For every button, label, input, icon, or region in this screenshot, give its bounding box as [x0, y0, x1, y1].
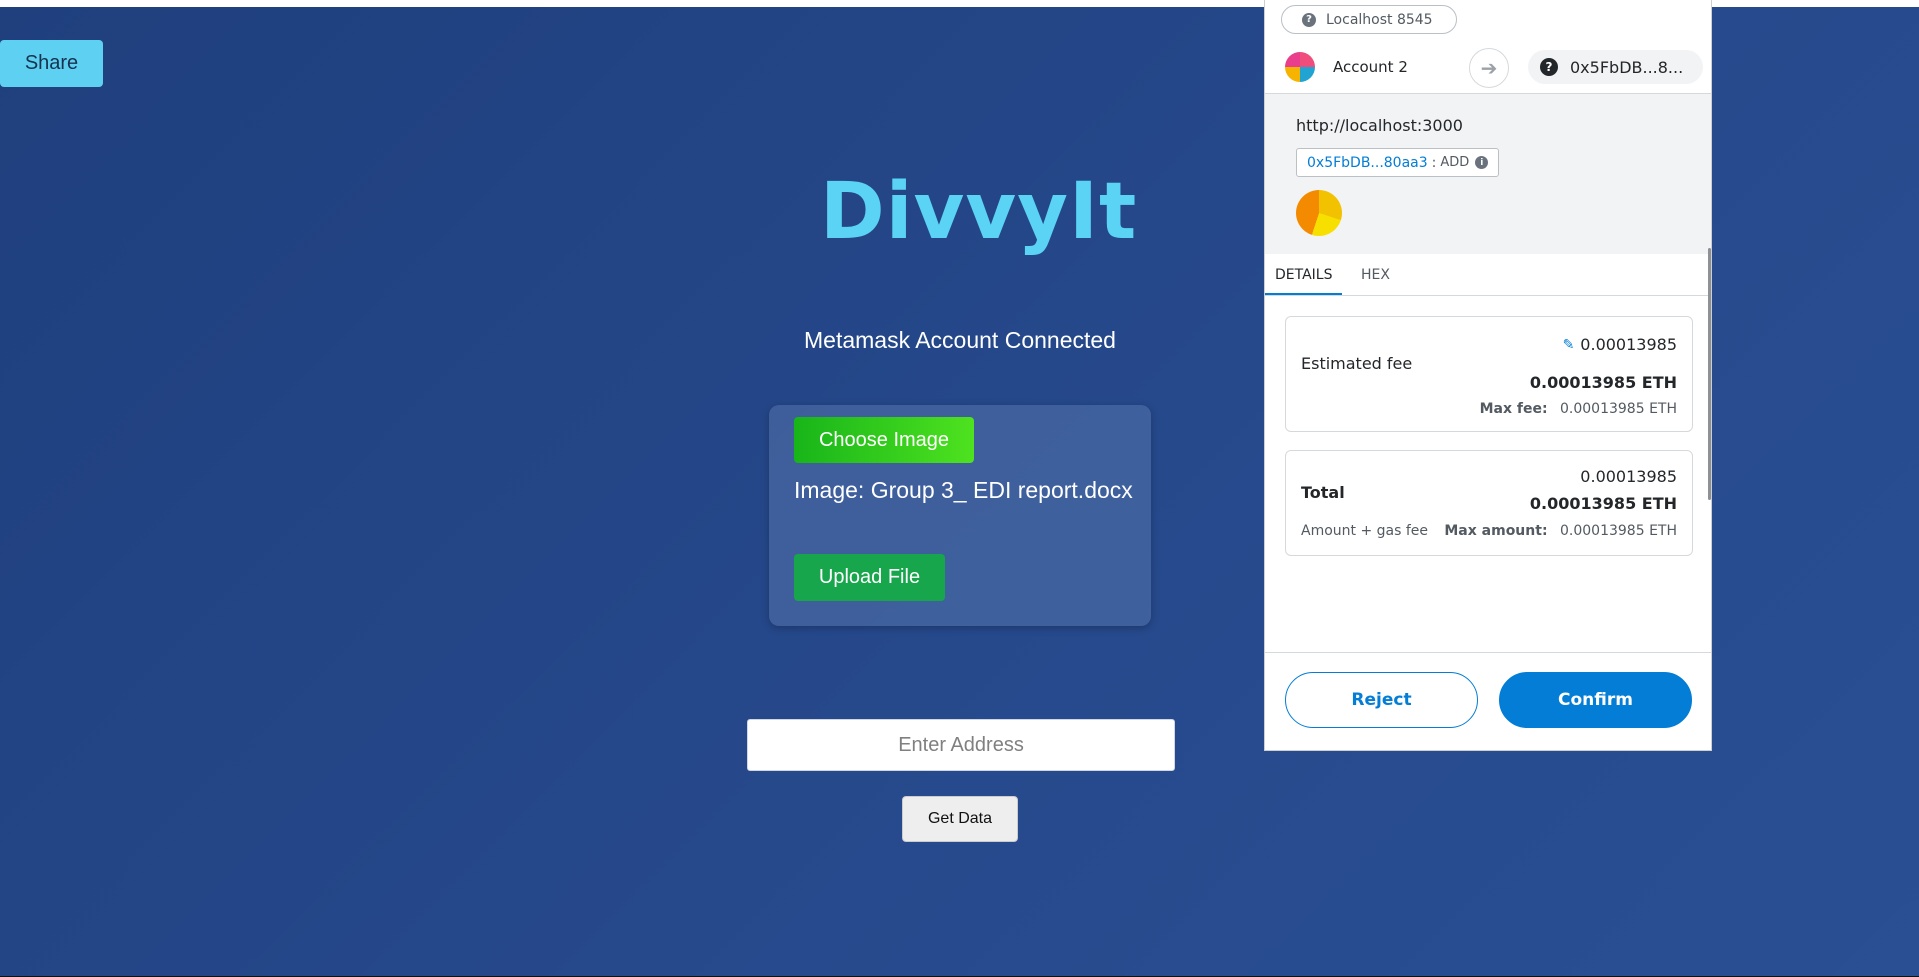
info-icon: i	[1475, 156, 1489, 169]
upload-file-button[interactable]: Upload File	[794, 554, 945, 601]
address-input[interactable]	[747, 719, 1175, 771]
total-value-eth: 0.00013985 ETH	[1529, 494, 1677, 513]
arrow-right-icon: ➔	[1469, 48, 1509, 88]
network-name: Localhost 8545	[1326, 11, 1433, 28]
recipient-pill[interactable]: ? 0x5FbDB...8...	[1528, 50, 1703, 84]
contract-avatar	[1296, 190, 1342, 236]
edit-pencil-icon[interactable]: ✎	[1563, 337, 1575, 353]
share-button[interactable]: Share	[0, 40, 103, 87]
method-name: ADD	[1440, 155, 1470, 170]
tab-bar: DETAILS HEX	[1265, 255, 1711, 296]
upload-card: Choose Image Image: Group 3_ EDI report.…	[769, 405, 1151, 626]
total-subtext: Amount + gas fee	[1301, 523, 1429, 539]
selected-file-label: Image: Group 3_ EDI report.docx	[794, 477, 1133, 503]
footer-divider	[1265, 652, 1711, 653]
connection-status: Metamask Account Connected	[804, 327, 1116, 353]
get-data-button[interactable]: Get Data	[902, 796, 1018, 842]
origin-url: http://localhost:3000	[1296, 116, 1463, 135]
tab-hex[interactable]: HEX	[1351, 255, 1400, 295]
total-box: Total 0.00013985 0.00013985 ETH Amount +…	[1285, 450, 1693, 556]
max-fee-row: Max fee: 0.00013985 ETH	[1480, 401, 1677, 417]
account-avatar	[1285, 52, 1315, 82]
contract-address: 0x5FbDB...80aa3	[1307, 154, 1428, 171]
max-amount-label: Max amount:	[1444, 523, 1548, 539]
metamask-popup: ? Localhost 8545 Account 2 ➔ ? 0x5FbDB..…	[1264, 0, 1712, 751]
method-separator: :	[1431, 154, 1437, 171]
scrollbar[interactable]	[1708, 248, 1711, 500]
max-amount-row: Max amount: 0.00013985 ETH	[1444, 523, 1677, 539]
network-indicator[interactable]: ? Localhost 8545	[1281, 5, 1457, 34]
estimated-fee-amount: 0.00013985	[1580, 335, 1677, 354]
sender-recipient-row: Account 2 ➔ ? 0x5FbDB...8...	[1265, 47, 1711, 94]
total-label: Total	[1301, 483, 1345, 502]
confirm-button[interactable]: Confirm	[1499, 672, 1692, 728]
max-fee-value: 0.00013985 ETH	[1560, 401, 1677, 417]
estimated-fee-eth: 0.00013985 ETH	[1529, 373, 1677, 392]
reject-button[interactable]: Reject	[1285, 672, 1478, 728]
choose-image-button[interactable]: Choose Image	[794, 417, 974, 463]
tab-details[interactable]: DETAILS	[1265, 255, 1343, 295]
max-amount-value: 0.00013985 ETH	[1560, 523, 1677, 539]
estimated-fee-box: Estimated fee ✎ 0.00013985 0.00013985 ET…	[1285, 316, 1693, 432]
recipient-address: 0x5FbDB...8...	[1570, 57, 1684, 77]
contract-method-chip[interactable]: 0x5FbDB...80aa3 : ADD i	[1296, 148, 1500, 177]
total-value: 0.00013985	[1580, 467, 1677, 486]
estimated-fee-value[interactable]: ✎ 0.00013985	[1563, 335, 1677, 354]
question-icon: ?	[1302, 12, 1316, 27]
origin-section: http://localhost:3000 0x5FbDB...80aa3 : …	[1265, 94, 1711, 254]
question-icon: ?	[1540, 58, 1558, 76]
max-fee-label: Max fee:	[1479, 401, 1548, 417]
app-logo-title: DivvyIt	[820, 167, 1138, 257]
account-name: Account 2	[1333, 58, 1408, 76]
estimated-fee-label: Estimated fee	[1301, 354, 1413, 373]
